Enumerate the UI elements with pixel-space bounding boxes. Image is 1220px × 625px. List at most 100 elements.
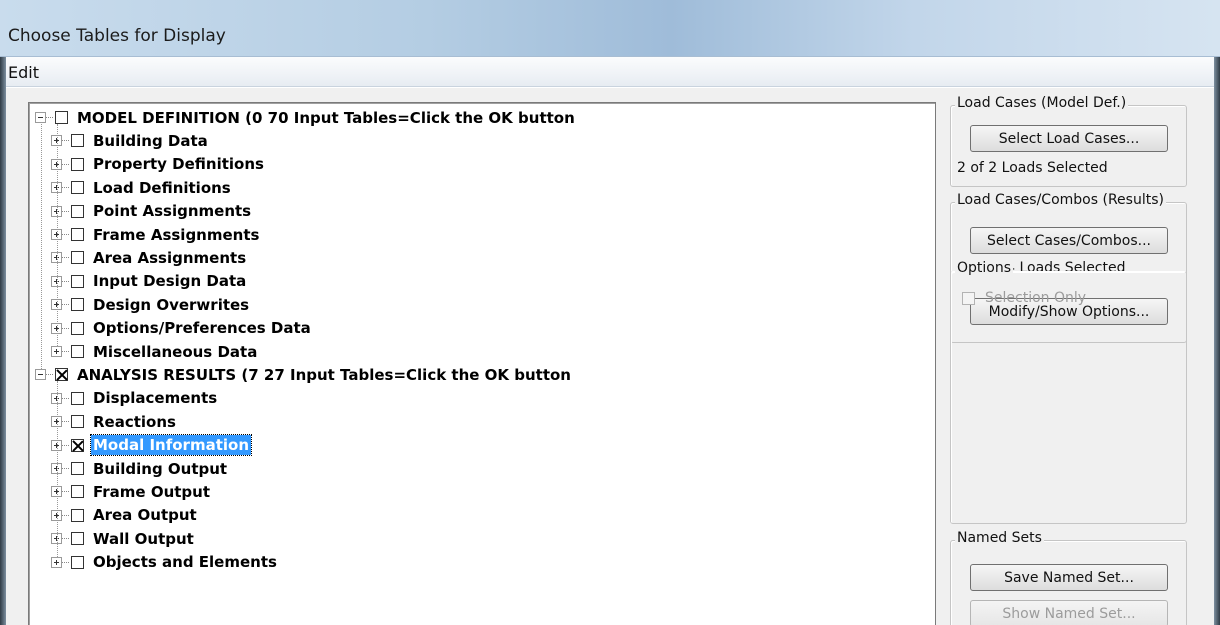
node-checkbox[interactable] (55, 368, 68, 382)
tree-node[interactable]: Frame Output (51, 480, 212, 503)
tree-node[interactable]: Area Assignments (51, 246, 248, 269)
options-legend: Options (955, 260, 1014, 276)
node-checkbox[interactable] (71, 462, 84, 475)
node-label[interactable]: Property Definitions (91, 154, 266, 174)
tree-node[interactable]: Displacements (51, 387, 219, 410)
tree-connector (46, 117, 53, 118)
node-label[interactable]: Modal Information (90, 434, 252, 457)
tree-connector (62, 491, 69, 493)
node-checkbox[interactable] (71, 485, 84, 499)
expand-icon[interactable] (51, 346, 62, 357)
tree-connector (62, 561, 69, 563)
node-checkbox[interactable] (71, 438, 84, 452)
load-cases-legend: Load Cases (Model Def.) (955, 95, 1129, 111)
node-checkbox[interactable] (71, 134, 84, 148)
node-checkbox[interactable] (71, 204, 84, 218)
named-sets-legend: Named Sets (955, 530, 1044, 546)
node-label[interactable]: Displacements (91, 388, 219, 408)
node-checkbox[interactable] (55, 111, 68, 124)
node-checkbox[interactable] (71, 157, 84, 171)
node-checkbox[interactable] (71, 415, 84, 429)
window-frame-left (0, 57, 6, 625)
node-label[interactable]: Area Assignments (91, 248, 248, 268)
save-named-set-button[interactable]: Save Named Set... (970, 564, 1168, 591)
tree-connector (62, 234, 69, 235)
tree-node[interactable]: Load Definitions (51, 176, 233, 199)
node-checkbox[interactable] (71, 228, 84, 241)
load-combos-legend: Load Cases/Combos (Results) (955, 192, 1166, 208)
tree-connector (62, 327, 69, 329)
node-label[interactable]: Reactions (91, 412, 178, 432)
title-bar[interactable]: Choose Tables for Display (0, 0, 1220, 57)
select-cases-combos-button[interactable]: Select Cases/Combos... (970, 227, 1168, 254)
window-frame-right (1214, 57, 1220, 625)
tree-node[interactable]: Input Design Data (51, 270, 248, 293)
node-label[interactable]: ANALYSIS RESULTS (7 27 Input Tables=Clic… (75, 365, 573, 385)
selection-only-box (962, 291, 975, 305)
tree-root-node[interactable]: ANALYSIS RESULTS (7 27 Input Tables=Clic… (35, 363, 573, 386)
node-label[interactable]: Objects and Elements (91, 552, 279, 572)
menu-edit[interactable]: Edit (8, 63, 39, 82)
expand-icon[interactable] (51, 556, 62, 568)
tree-node[interactable]: Building Output (51, 457, 229, 480)
node-label[interactable]: Input Design Data (91, 271, 248, 291)
tree-connector (62, 538, 69, 540)
tree-root-node[interactable]: MODEL DEFINITION (0 70 Input Tables=Clic… (35, 106, 577, 129)
select-load-cases-button[interactable]: Select Load Cases... (970, 125, 1168, 152)
node-label[interactable]: Design Overwrites (91, 295, 251, 315)
tree-node[interactable]: Reactions (51, 410, 178, 433)
tree-node[interactable]: Point Assignments (51, 200, 253, 223)
collapse-icon[interactable] (35, 369, 46, 381)
tree-connector (62, 163, 69, 165)
node-label[interactable]: Point Assignments (91, 201, 253, 221)
node-checkbox[interactable] (71, 391, 84, 405)
node-checkbox[interactable] (71, 345, 84, 358)
node-checkbox[interactable] (71, 298, 84, 312)
tree-connector (62, 187, 69, 189)
node-label[interactable]: Frame Output (91, 482, 212, 502)
node-label[interactable]: Miscellaneous Data (91, 342, 259, 362)
tree-connector (62, 421, 69, 423)
tree-node[interactable]: Area Output (51, 504, 199, 527)
node-label[interactable]: Options/Preferences Data (91, 318, 313, 338)
tree-node[interactable]: Objects and Elements (51, 551, 279, 574)
tree-node[interactable]: Miscellaneous Data (51, 340, 259, 363)
tree-connector (62, 140, 69, 142)
node-label[interactable]: Building Data (91, 131, 210, 151)
tree-connector (62, 397, 69, 399)
node-checkbox[interactable] (71, 508, 84, 522)
node-checkbox[interactable] (71, 555, 84, 569)
collapse-icon[interactable] (35, 112, 46, 123)
load-cases-status: 2 of 2 Loads Selected (957, 160, 1108, 176)
node-checkbox[interactable] (71, 251, 84, 265)
table-tree-view[interactable]: MODEL DEFINITION (0 70 Input Tables=Clic… (28, 102, 936, 625)
selection-only-checkbox[interactable]: Selection Only (962, 290, 1086, 306)
tree-connector (62, 210, 69, 212)
node-label[interactable]: Frame Assignments (91, 225, 261, 245)
node-checkbox[interactable] (71, 274, 84, 288)
tree-node[interactable]: Options/Preferences Data (51, 317, 313, 340)
tree-connector (62, 444, 69, 446)
node-label[interactable]: Wall Output (91, 529, 196, 549)
tree-guide-line (57, 124, 58, 346)
node-label[interactable]: Load Definitions (91, 178, 233, 198)
node-label[interactable]: MODEL DEFINITION (0 70 Input Tables=Clic… (75, 108, 577, 128)
node-checkbox[interactable] (71, 321, 84, 335)
tree-connector (62, 351, 69, 352)
node-checkbox[interactable] (71, 181, 84, 195)
tree-node[interactable]: Modal Information (51, 434, 252, 457)
tree-connector (62, 468, 69, 469)
tree-connector (62, 304, 69, 306)
tree-node[interactable]: Property Definitions (51, 153, 266, 176)
node-checkbox[interactable] (71, 532, 84, 546)
node-label[interactable]: Building Output (91, 459, 229, 479)
tree-node[interactable]: Design Overwrites (51, 293, 251, 316)
node-label[interactable]: Area Output (91, 505, 199, 525)
tree-guide-line (41, 124, 42, 370)
tree-node[interactable]: Frame Assignments (51, 223, 261, 246)
tree-guide-line (57, 381, 58, 557)
tree-node[interactable]: Building Data (51, 129, 210, 152)
tree-node[interactable]: Wall Output (51, 527, 196, 550)
show-named-set-button[interactable]: Show Named Set... (970, 600, 1168, 625)
tree-connector (62, 280, 69, 282)
